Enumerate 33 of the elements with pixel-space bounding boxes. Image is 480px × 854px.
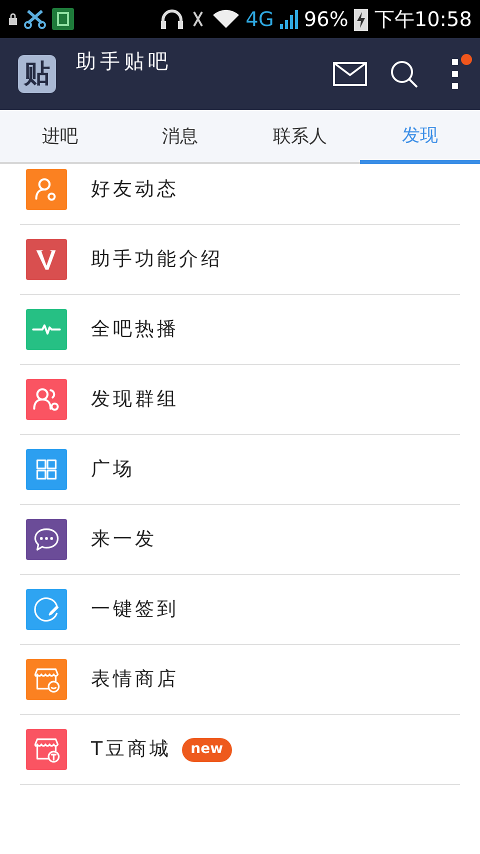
list-item[interactable]: 来一发 xyxy=(20,505,460,575)
item-label: 一键签到 xyxy=(91,597,179,622)
item-label: 全吧热播 xyxy=(91,317,179,342)
item-label: 广场 xyxy=(91,457,135,482)
list-item[interactable]: 发现群组 xyxy=(20,365,460,435)
item-label: T豆商城 xyxy=(91,737,172,762)
lock-icon xyxy=(8,13,18,25)
wifi-icon xyxy=(212,9,240,29)
list-item[interactable]: 表情商店 xyxy=(20,645,460,715)
tab[interactable]: 消息 xyxy=(120,110,240,162)
item-label: 助手功能介绍 xyxy=(91,247,223,272)
list-item[interactable]: 好友动态 xyxy=(20,164,460,225)
app-logo: 贴 xyxy=(18,55,56,93)
network-type: 4G xyxy=(246,9,274,29)
list-item[interactable]: 全吧热播 xyxy=(20,295,460,365)
battery-charging-icon xyxy=(354,7,368,31)
list-item[interactable]: 一键签到 xyxy=(20,575,460,645)
app-title: 助手贴吧 xyxy=(76,48,172,75)
list-item[interactable]: T豆商城 new xyxy=(20,715,460,785)
new-badge: new xyxy=(182,738,232,762)
headphones-icon xyxy=(160,8,184,30)
item-label: 发现群组 xyxy=(91,387,179,412)
signal-icon xyxy=(278,9,298,29)
tab[interactable]: 联系人 xyxy=(240,110,360,162)
list-item[interactable]: 助手功能介绍 xyxy=(20,225,460,295)
scissors-icon xyxy=(24,9,46,29)
item-label: 表情商店 xyxy=(91,667,179,692)
battery-percent: 96% xyxy=(304,9,348,29)
item-label: 好友动态 xyxy=(91,176,179,202)
clock: 下午10:58 xyxy=(374,9,472,29)
tab[interactable]: 进吧 xyxy=(0,110,120,162)
item-label: 来一发 xyxy=(91,527,157,552)
list-item[interactable]: 广场 xyxy=(20,435,460,505)
